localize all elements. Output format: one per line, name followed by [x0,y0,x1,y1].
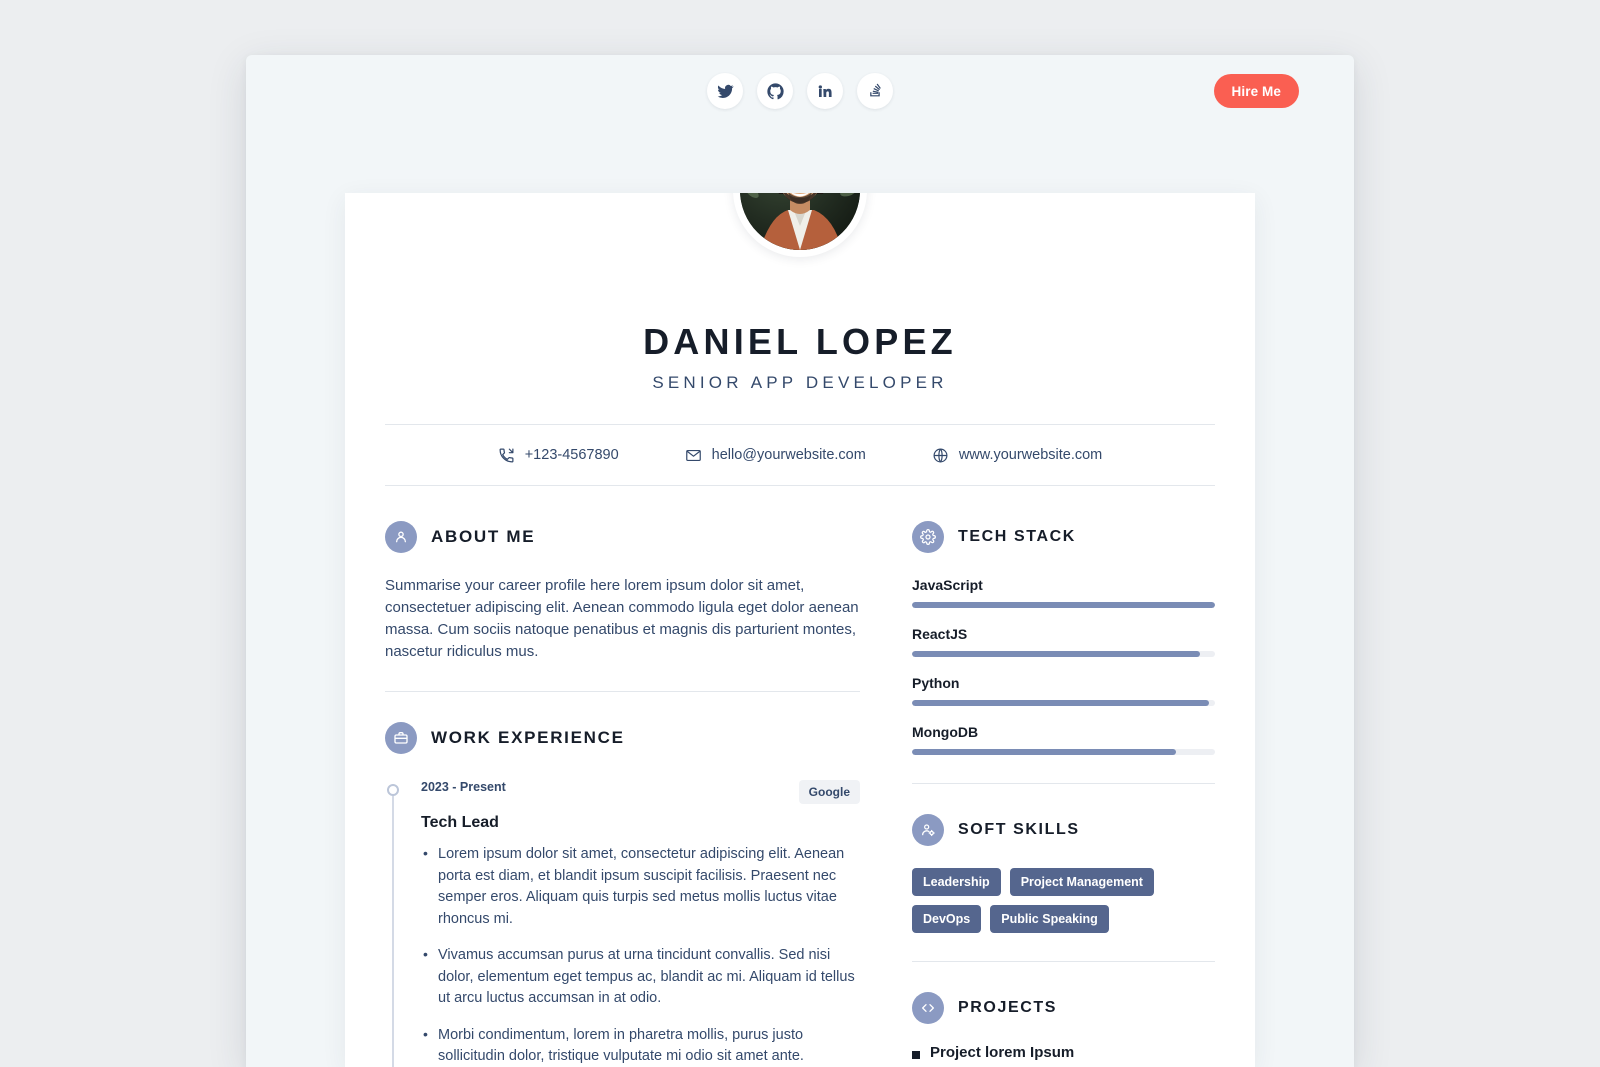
projects-title: PROJECTS [958,999,1058,1016]
projects-section: PROJECTS Project lorem Ipsum Project des… [912,992,1215,1067]
gear-icon [912,521,944,553]
tech-stack-section: TECH STACK JavaScript ReactJS Python Mon… [912,521,1215,755]
hire-me-button[interactable]: Hire Me [1213,74,1299,108]
work-entry-top: 2023 - Present Google [421,780,860,804]
skill-name: JavaScript [912,577,983,593]
timeline-dot [387,784,399,796]
social-link-stackoverflow[interactable] [857,73,893,109]
work-entry-bullets: Lorem ipsum dolor sit amet, consectetur … [421,843,860,1067]
job-role-subtitle: SENIOR APP DEVELOPER [652,373,948,392]
skill-track [912,749,1215,755]
social-link-twitter[interactable] [707,73,743,109]
soft-skill-tag[interactable]: Leadership [912,868,1001,896]
project-item: Project lorem Ipsum Project desc goes he… [912,1044,1215,1067]
work-bullet: Vivamus accumsan purus at urna tincidunt… [421,944,860,1010]
soft-skills-tags: Leadership Project Management DevOps Pub… [912,868,1215,933]
soft-skill-tag[interactable]: DevOps [912,905,982,933]
contact-phone[interactable]: +123-4567890 [498,447,619,464]
about-section-header: ABOUT ME [385,521,860,553]
top-bar: Hire Me [246,55,1354,130]
envelope-icon [685,447,702,464]
skill-name: Python [912,675,960,691]
page-title: DANIEL LOPEZ [643,321,957,362]
contact-email-value: hello@yourwebsite.com [711,447,866,463]
right-divider-1 [912,783,1215,784]
name-block: DANIEL LOPEZ SENIOR APP DEVELOPER [345,321,1255,393]
left-column: ABOUT ME Summarise your career profile h… [345,493,900,1067]
avatar [733,193,867,257]
phone-icon [498,447,515,464]
soft-skill-tag[interactable]: Public Speaking [990,905,1109,933]
contact-phone-value: +123-4567890 [524,447,619,463]
resume-app-panel: Hire Me DANIEL LOPEZ SENIOR APP DEVELOPE… [246,55,1354,1067]
skill-track [912,602,1215,608]
projects-header: PROJECTS [912,992,1215,1024]
work-bullet: Morbi condimentum, lorem in pharetra mol… [421,1024,860,1067]
work-section-title: WORK EXPERIENCE [431,728,625,747]
work-timeline: 2023 - Present Google Tech Lead Lorem ip… [385,780,860,1067]
twitter-icon [717,83,734,100]
briefcase-icon [385,722,417,754]
resume-body: ABOUT ME Summarise your career profile h… [345,493,1255,1067]
about-section: ABOUT ME Summarise your career profile h… [385,521,860,663]
work-entry-company-badge: Google [798,780,860,804]
stackoverflow-icon [867,83,883,99]
about-text: Summarise your career profile here lorem… [385,577,859,660]
social-links-row [707,73,893,109]
skill-fill [912,651,1200,657]
work-experience-section: WORK EXPERIENCE 2023 - Present Google Te… [385,722,860,1067]
soft-skill-tag[interactable]: Project Management [1009,868,1154,896]
timeline-line [392,790,394,1067]
avatar-photo [740,193,860,250]
tech-stack-list: JavaScript ReactJS Python MongoDB [912,577,1215,755]
social-link-linkedin[interactable] [807,73,843,109]
resume-card: DANIEL LOPEZ SENIOR APP DEVELOPER +123-4… [345,193,1255,1067]
contact-website[interactable]: www.yourwebsite.com [932,447,1102,464]
linkedin-icon [817,83,833,99]
skill-fill [912,749,1176,755]
github-icon [766,82,784,100]
skill-fill [912,602,1215,608]
soft-skills-header: SOFT SKILLS [912,814,1215,846]
project-name: Project lorem Ipsum [930,1044,1075,1061]
skill-track [912,700,1215,706]
skill-row: MongoDB [912,724,1215,755]
work-entry-date: 2023 - Present [421,780,506,794]
work-section-header: WORK EXPERIENCE [385,722,860,754]
tech-stack-header: TECH STACK [912,521,1215,553]
skill-row: Python [912,675,1215,706]
soft-skills-title: SOFT SKILLS [958,821,1080,838]
skill-name: ReactJS [912,626,968,642]
skill-row: JavaScript [912,577,1215,608]
work-entry-title: Tech Lead [421,814,499,831]
right-divider-2 [912,961,1215,962]
tech-stack-title: TECH STACK [958,528,1076,545]
skill-row: ReactJS [912,626,1215,657]
work-entry: 2023 - Present Google Tech Lead Lorem ip… [421,780,860,1067]
person-gear-icon [912,814,944,846]
left-divider [385,691,860,692]
code-icon [912,992,944,1024]
contact-strip: +123-4567890 hello@yourwebsite.com www.y… [385,424,1215,486]
soft-skills-section: SOFT SKILLS Leadership Project Managemen… [912,814,1215,933]
social-link-github[interactable] [757,73,793,109]
contact-email[interactable]: hello@yourwebsite.com [685,447,866,464]
projects-list: Project lorem Ipsum Project desc goes he… [912,1044,1215,1067]
skill-track [912,651,1215,657]
about-section-title: ABOUT ME [431,527,536,546]
skill-name: MongoDB [912,724,979,740]
work-bullet: Lorem ipsum dolor sit amet, consectetur … [421,843,860,930]
skill-fill [912,700,1209,706]
contact-website-value: www.yourwebsite.com [958,447,1103,463]
right-column: TECH STACK JavaScript ReactJS Python Mon… [900,493,1255,1067]
globe-icon [932,447,949,464]
person-icon [385,521,417,553]
